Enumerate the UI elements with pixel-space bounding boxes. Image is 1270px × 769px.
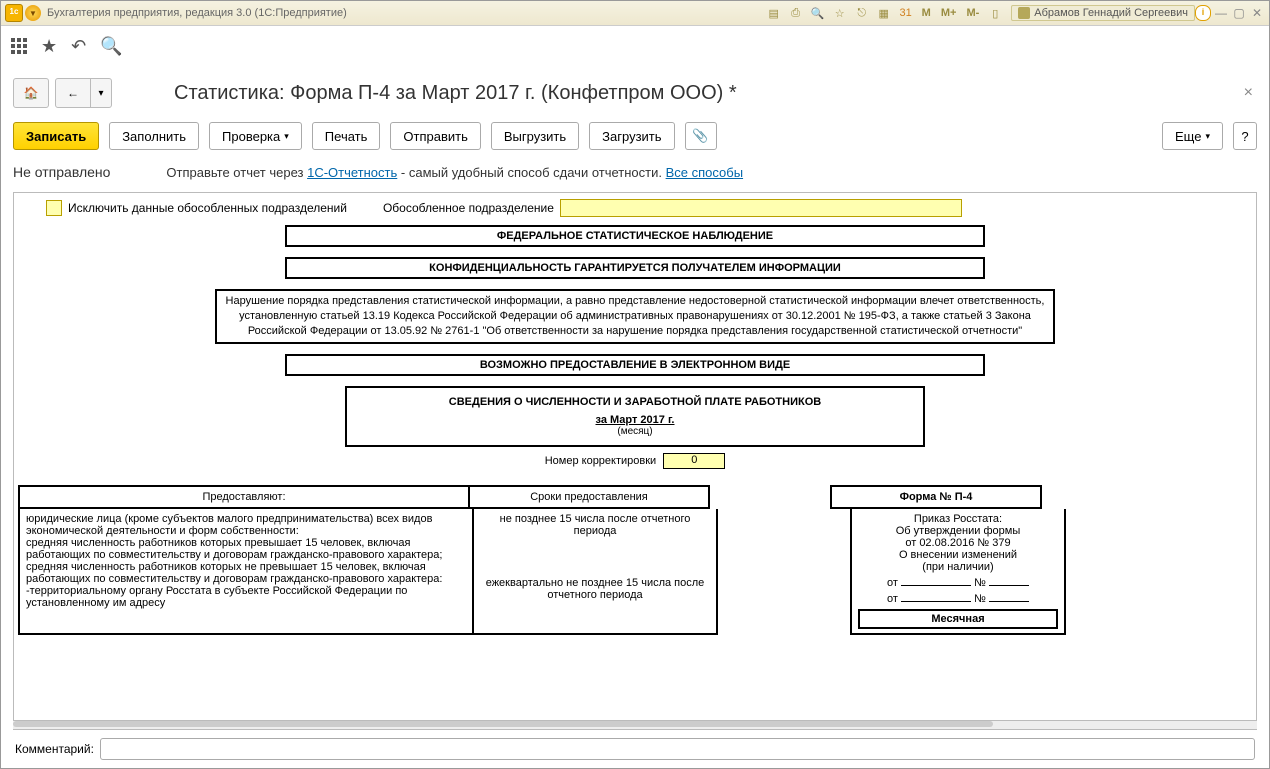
minimize-button[interactable]: —: [1213, 5, 1229, 21]
close-tab-button[interactable]: ×: [1240, 80, 1257, 106]
calc-icon[interactable]: ▦: [876, 5, 892, 21]
separate-unit-input[interactable]: [560, 199, 962, 217]
reporting-link[interactable]: 1С-Отчетность: [307, 165, 397, 180]
fill-button[interactable]: Заполнить: [109, 122, 199, 150]
form-period: за Март 2017 г.: [355, 414, 915, 426]
comment-label: Комментарий:: [15, 742, 94, 756]
form-subject: СВЕДЕНИЯ О ЧИСЛЕННОСТИ И ЗАРАБОТНОЙ ПЛАТ…: [355, 396, 915, 408]
form-period-caption: (месяц): [355, 426, 915, 437]
status-row: Не отправлено Отправьте отчет через 1С-О…: [13, 160, 1257, 184]
nav-row: 🏠 ← ▾ Статистика: Форма П-4 за Март 2017…: [13, 78, 1257, 108]
user-chip[interactable]: Абрамов Геннадий Сергеевич: [1011, 5, 1195, 21]
exclude-label: Исключить данные обособленных подразделе…: [68, 201, 347, 215]
comment-row: Комментарий:: [13, 730, 1257, 768]
correction-input[interactable]: 0: [663, 453, 725, 469]
m-button[interactable]: M: [920, 7, 933, 19]
triple-header: Предоставляют: Сроки предоставления Форм…: [18, 485, 1252, 509]
check-button[interactable]: Проверка▾: [209, 122, 302, 150]
app-logo-icon: 1c: [5, 4, 23, 22]
help-button[interactable]: ?: [1233, 122, 1257, 150]
export-button[interactable]: Выгрузить: [491, 122, 579, 150]
panel-icon[interactable]: ▯: [987, 5, 1003, 21]
col-provide: Предоставляют:: [18, 485, 470, 509]
back-dropdown[interactable]: ▾: [90, 78, 112, 108]
order-text: Приказ Росстата: Об утверждении формы от…: [850, 509, 1066, 635]
page-title: Статистика: Форма П-4 за Март 2017 г. (К…: [118, 82, 1234, 105]
m-minus-button[interactable]: M-: [964, 7, 981, 19]
apps-grid-icon[interactable]: [11, 38, 27, 54]
correction-row: Номер корректировки 0: [18, 453, 1252, 469]
monthly-box: Месячная: [858, 609, 1058, 629]
document-area[interactable]: Исключить данные обособленных подразделе…: [13, 192, 1257, 720]
form-warning: Нарушение порядка представления статисти…: [215, 289, 1055, 344]
app-menu-button[interactable]: ▼: [25, 5, 41, 21]
form-header-2: КОНФИДЕНЦИАЛЬНОСТЬ ГАРАНТИРУЕТСЯ ПОЛУЧАТ…: [285, 257, 985, 279]
status-text: Отправьте отчет через 1С-Отчетность - са…: [166, 165, 743, 180]
form-subject-box: СВЕДЕНИЯ О ЧИСЛЕННОСТИ И ЗАРАБОТНОЙ ПЛАТ…: [345, 386, 925, 447]
correction-label: Номер корректировки: [545, 454, 656, 466]
info-icon[interactable]: i: [1195, 5, 1211, 21]
form-header-1: ФЕДЕРАЛЬНОЕ СТАТИСТИЧЕСКОЕ НАБЛЮДЕНИЕ: [285, 225, 985, 247]
system-icon-1[interactable]: ▤: [766, 5, 782, 21]
window-title: Бухгалтерия предприятия, редакция 3.0 (1…: [47, 7, 347, 19]
calendar-icon[interactable]: 31: [898, 5, 914, 21]
form-electronic: ВОЗМОЖНО ПРЕДОСТАВЛЕНИЕ В ЭЛЕКТРОННОМ ВИ…: [285, 354, 985, 376]
m-plus-button[interactable]: M+: [939, 7, 959, 19]
all-methods-link[interactable]: Все способы: [666, 165, 743, 180]
form-document: ФЕДЕРАЛЬНОЕ СТАТИСТИЧЕСКОЕ НАБЛЮДЕНИЕ КО…: [18, 225, 1252, 635]
system-icon-3[interactable]: 🔍: [810, 5, 826, 21]
triple-body: юридические лица (кроме субъектов малого…: [18, 509, 1252, 635]
main-toolbar: ★ ↶ 🔍: [1, 26, 1269, 66]
home-button[interactable]: 🏠: [13, 78, 49, 108]
action-toolbar: Записать Заполнить Проверка▾ Печать Отпр…: [13, 122, 1257, 150]
maximize-button[interactable]: ▢: [1231, 5, 1247, 21]
status-state: Не отправлено: [13, 164, 110, 180]
system-icon-2[interactable]: ⎙: [788, 5, 804, 21]
star-icon[interactable]: ☆: [832, 5, 848, 21]
separate-label: Обособленное подразделение: [383, 201, 554, 215]
history-icon[interactable]: ↶: [71, 36, 86, 57]
col-form-no: Форма № П-4: [830, 485, 1042, 509]
favorites-star-icon[interactable]: ★: [41, 36, 57, 57]
attachment-button[interactable]: 📎: [685, 122, 717, 150]
send-button[interactable]: Отправить: [390, 122, 480, 150]
title-bar: 1c ▼ Бухгалтерия предприятия, редакция 3…: [1, 1, 1269, 26]
col-deadline: Сроки предоставления: [470, 485, 710, 509]
write-button[interactable]: Записать: [13, 122, 99, 150]
close-window-button[interactable]: ✕: [1249, 5, 1265, 21]
deadline-text: не позднее 15 числа после отчетного пери…: [474, 509, 718, 635]
user-name: Абрамов Геннадий Сергеевич: [1034, 7, 1188, 19]
comment-input[interactable]: [100, 738, 1255, 760]
provide-text: юридические лица (кроме субъектов малого…: [18, 509, 474, 635]
more-button[interactable]: Еще▾: [1162, 122, 1223, 150]
back-button[interactable]: ←: [55, 78, 91, 108]
filter-row: Исключить данные обособленных подразделе…: [18, 197, 1252, 225]
exclude-checkbox[interactable]: [46, 200, 62, 216]
print-button[interactable]: Печать: [312, 122, 381, 150]
link-icon[interactable]: ⎋: [854, 5, 870, 21]
import-button[interactable]: Загрузить: [589, 122, 674, 150]
user-icon: [1018, 7, 1030, 19]
search-icon[interactable]: 🔍: [100, 36, 122, 57]
horizontal-scrollbar[interactable]: [13, 720, 1257, 730]
